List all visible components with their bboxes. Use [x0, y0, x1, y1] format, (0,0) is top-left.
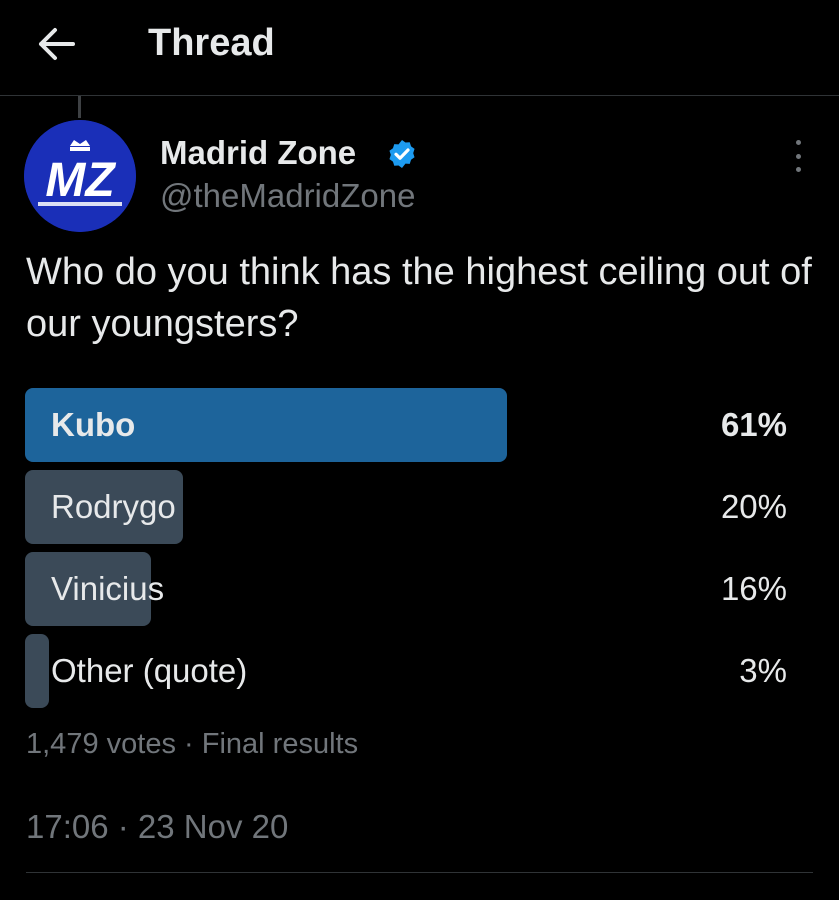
poll-option-label: Other (quote) [51, 652, 248, 689]
page-title: Thread [148, 22, 275, 64]
divider [26, 872, 813, 873]
arrow-left-icon [39, 28, 75, 60]
poll-option-percent: 3% [739, 652, 787, 689]
top-bar: Thread [0, 0, 839, 96]
poll-vote-count: 1,479 votes [26, 728, 176, 760]
verified-badge-icon [389, 140, 415, 168]
back-button[interactable] [30, 22, 82, 66]
poll-option: Kubo 61% [25, 388, 787, 462]
poll-option-label: Vinicius [51, 570, 165, 607]
avatar[interactable]: MZ [24, 120, 136, 232]
poll: Kubo 61% Rodrygo 20% Vinicius 16% Other … [25, 388, 787, 716]
poll-option-percent: 16% [720, 570, 787, 607]
poll-option: Other (quote) 3% [25, 634, 787, 708]
poll-option-label: Rodrygo [51, 488, 176, 525]
thread-connector-line [78, 96, 81, 118]
madrid-zone-logo: MZ [24, 120, 136, 232]
poll-status: Final results [201, 728, 359, 760]
more-vertical-icon [795, 140, 801, 145]
poll-option-bar [25, 634, 49, 708]
more-options-button[interactable] [782, 138, 814, 174]
poll-option-percent: 61% [720, 406, 787, 443]
poll-option: Vinicius 16% [25, 552, 787, 626]
tweet-timestamp[interactable]: 17:06 · 23 Nov 20 [26, 806, 288, 848]
avatar-text: MZ [45, 154, 116, 207]
tweet-text: Who do you think has the highest ceiling… [26, 251, 812, 345]
poll-option-label: Kubo [51, 406, 136, 443]
poll-option-percent: 20% [720, 488, 787, 525]
author-name[interactable]: Madrid Zone [160, 132, 356, 174]
author-handle[interactable]: @theMadridZone [160, 175, 415, 217]
separator-dot: · [184, 728, 194, 760]
poll-option: Rodrygo 20% [25, 470, 787, 544]
poll-summary: 1,479 votes · Final results [26, 724, 358, 764]
